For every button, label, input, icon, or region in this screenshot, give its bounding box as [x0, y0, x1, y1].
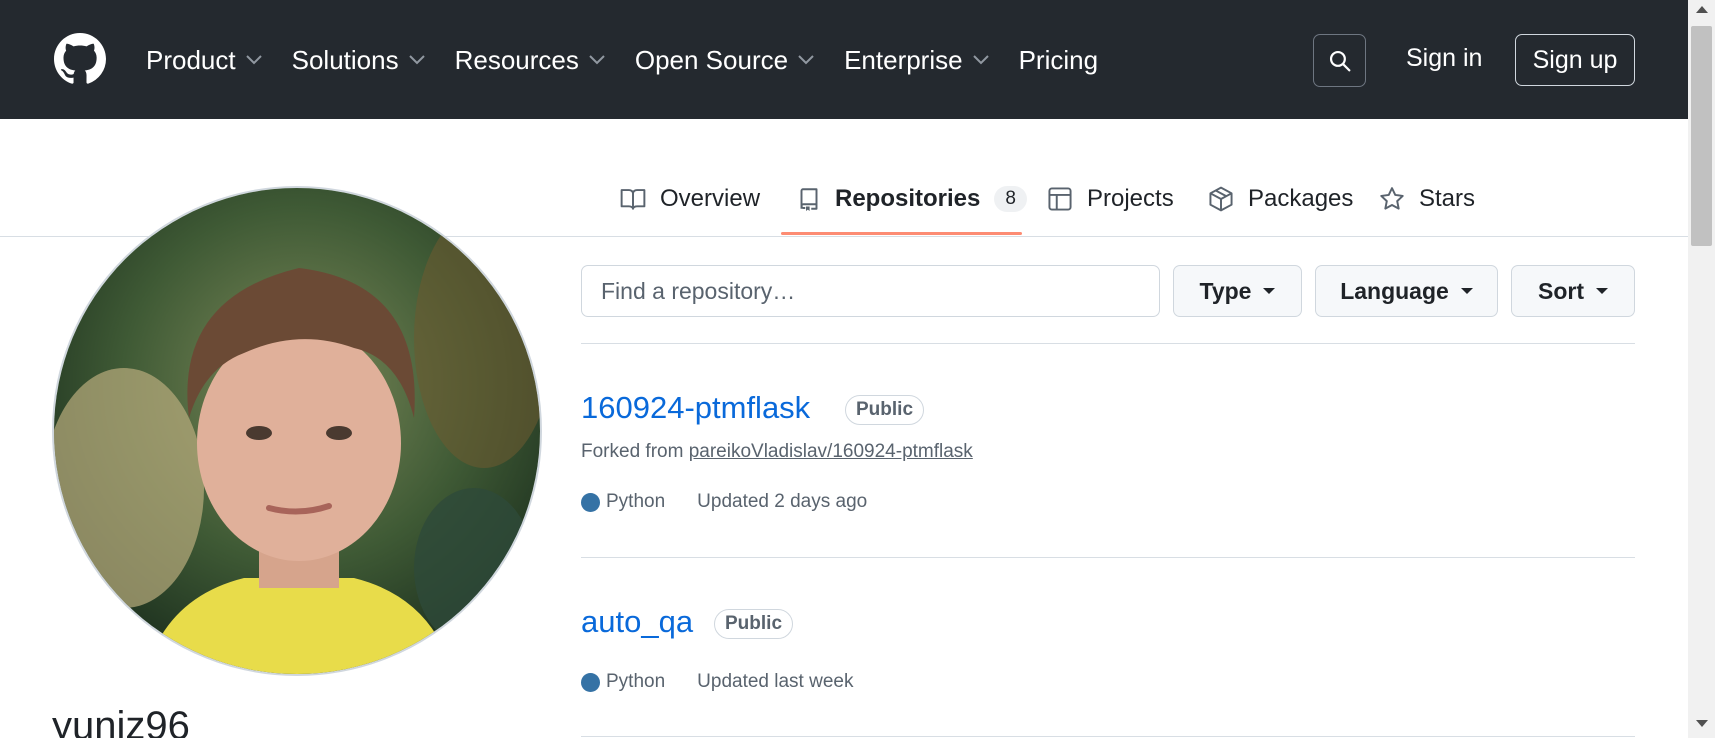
chevron-down-icon — [589, 55, 605, 65]
caret-down-icon — [1460, 288, 1473, 294]
tab-stars[interactable]: Stars — [1379, 178, 1475, 220]
nav-pricing[interactable]: Pricing — [1019, 38, 1098, 82]
language-filter-label: Language — [1340, 277, 1449, 304]
chevron-down-icon — [798, 55, 814, 65]
repo-updated: Updated last week — [697, 671, 854, 692]
scroll-up-arrow-icon[interactable] — [1696, 6, 1708, 13]
language-color-dot — [581, 492, 600, 512]
visibility-badge: Public — [714, 609, 794, 639]
tab-overview-label: Overview — [660, 185, 761, 212]
forked-source-link[interactable]: pareikoVladislav/160924-ptmflask — [689, 441, 973, 462]
repo-link[interactable]: 160924-ptmflask — [581, 390, 810, 426]
find-repository-input[interactable] — [581, 265, 1160, 317]
chevron-down-icon — [972, 55, 989, 65]
star-icon — [1380, 187, 1404, 210]
repo-updated: Updated 2 days ago — [697, 491, 868, 512]
repo-icon — [800, 188, 818, 211]
list-divider — [581, 557, 1635, 558]
search-icon — [1329, 50, 1350, 71]
nav-solutions-label: Solutions — [291, 44, 399, 75]
nav-enterprise[interactable]: Enterprise — [844, 38, 989, 82]
forked-from-text: Forked from pareikoVladislav/160924-ptmf… — [581, 441, 973, 463]
list-divider — [581, 343, 1635, 344]
nav-resources-label: Resources — [454, 44, 579, 75]
language-filter-button[interactable]: Language — [1315, 265, 1498, 317]
table-icon — [1048, 187, 1072, 211]
list-divider — [581, 736, 1635, 737]
top-header: Product Solutions Resources Open Source … — [0, 0, 1688, 119]
nav-open-source[interactable]: Open Source — [635, 38, 814, 82]
nav-pricing-label: Pricing — [1018, 44, 1099, 75]
active-tab-underline — [781, 232, 1022, 235]
repo-meta: Python Updated 2 days ago — [581, 491, 867, 513]
chevron-down-icon — [408, 55, 425, 65]
tab-repositories[interactable]: Repositories 8 — [797, 178, 1027, 220]
tab-overview[interactable]: Overview — [620, 178, 760, 220]
type-filter-button[interactable]: Type — [1173, 265, 1302, 317]
type-filter-label: Type — [1199, 277, 1252, 304]
repo-meta: Python Updated last week — [581, 671, 853, 693]
sort-filter-button[interactable]: Sort — [1511, 265, 1635, 317]
tab-packages[interactable]: Packages — [1208, 178, 1353, 220]
repo-language: Python — [606, 671, 666, 692]
main-nav: Product Solutions Resources Open Source … — [146, 38, 1098, 82]
avatar-photo — [54, 188, 540, 674]
nav-solutions[interactable]: Solutions — [292, 38, 425, 82]
scroll-thumb[interactable] — [1691, 26, 1712, 246]
repo-count-badge: 8 — [994, 186, 1027, 212]
book-icon — [620, 189, 646, 210]
package-icon — [1209, 186, 1233, 212]
visibility-badge: Public — [845, 395, 925, 425]
tab-packages-label: Packages — [1248, 185, 1354, 212]
caret-down-icon — [1596, 288, 1608, 294]
tab-projects-label: Projects — [1087, 185, 1174, 212]
nav-open-source-label: Open Source — [634, 44, 789, 75]
nav-product-label: Product — [146, 44, 236, 75]
nav-product[interactable]: Product — [146, 38, 262, 82]
nav-resources[interactable]: Resources — [455, 38, 605, 82]
sign-up-button[interactable]: Sign up — [1515, 34, 1635, 86]
tab-repositories-label: Repositories — [835, 185, 981, 212]
chevron-down-icon — [245, 55, 262, 65]
profile-username: yuniz96 — [52, 704, 190, 738]
avatar[interactable] — [52, 186, 542, 676]
tab-stars-label: Stars — [1419, 185, 1476, 212]
sort-filter-label: Sort — [1538, 277, 1584, 304]
repo-link[interactable]: auto_qa — [581, 604, 693, 640]
page-scrollbar[interactable] — [1688, 0, 1715, 738]
tab-projects[interactable]: Projects — [1047, 178, 1174, 220]
forked-prefix: Forked from — [581, 441, 684, 462]
scroll-down-arrow-icon[interactable] — [1696, 720, 1708, 727]
sign-in-link[interactable]: Sign in — [1406, 44, 1482, 73]
caret-down-icon — [1263, 288, 1276, 294]
language-color-dot — [581, 672, 600, 692]
github-mark-icon[interactable] — [54, 33, 106, 85]
repo-language: Python — [606, 491, 666, 512]
nav-enterprise-label: Enterprise — [844, 44, 963, 75]
search-button[interactable] — [1313, 34, 1366, 87]
